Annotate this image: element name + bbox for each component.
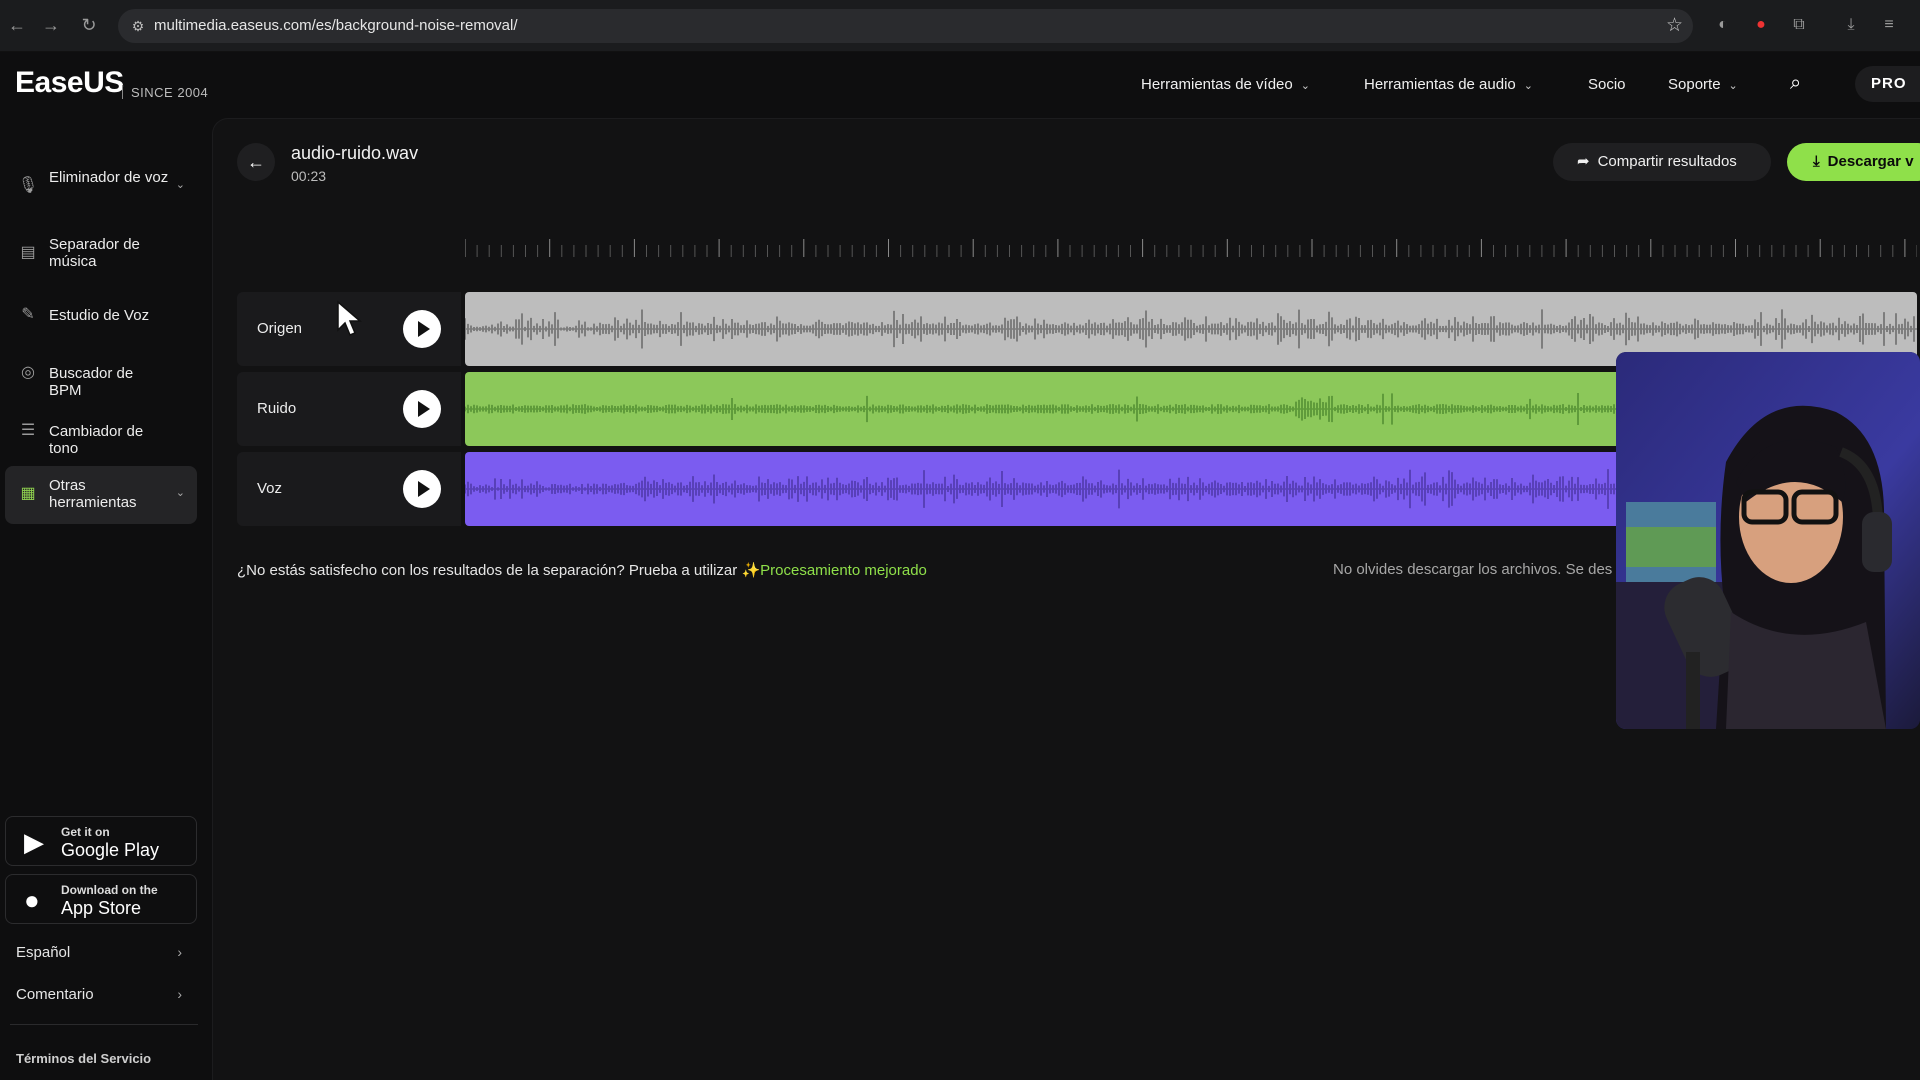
sidebar-item-label: Separador de música [49, 236, 140, 270]
track-name: Origen [257, 320, 303, 337]
download-label: Descargar v [1827, 153, 1914, 170]
search-icon[interactable]: ⌕ [1790, 72, 1801, 95]
pro-button[interactable]: PRO [1855, 66, 1920, 102]
menu-support[interactable]: Soporte ⌄ [1668, 76, 1738, 93]
reload-icon[interactable]: ↻ [78, 14, 100, 36]
puzzle-icon[interactable]: ⧉ [1788, 14, 1810, 36]
menu-label: Soporte [1668, 76, 1721, 93]
browser-toolbar: ← → ↻ ⚙ multimedia.easeus.com/es/backgro… [0, 0, 1920, 52]
sidebar-item-voice-remover[interactable]: 🎙 Eliminador de voz ⌄ [5, 158, 197, 216]
feedback-link[interactable]: Comentario › [16, 986, 182, 1003]
share-icon: ➦ [1577, 153, 1590, 170]
enhanced-processing-link[interactable]: Procesamiento mejorado [760, 562, 927, 579]
presenter-video-icon [1616, 352, 1920, 729]
music-box-icon: ▤ [20, 244, 36, 261]
menu-label: Herramientas de audio [1364, 76, 1516, 93]
forward-arrow-icon[interactable]: → [40, 14, 62, 36]
track-label-cell: Voz [237, 452, 461, 526]
site-header: EaseUS SINCE 2004 Herramientas de vídeo ⌄… [0, 52, 1920, 118]
since-label: SINCE 2004 [122, 85, 208, 100]
sparkle-icon: ✨ [741, 562, 761, 579]
bookmark-star-icon[interactable]: ☆ [1666, 14, 1683, 37]
easeus-logo[interactable]: EaseUS [15, 66, 124, 100]
sidebar: 🎙 Eliminador de voz ⌄ ▤ Separador de mús… [0, 118, 212, 1080]
chevron-right-icon: › [177, 944, 182, 960]
sidebar-item-pitch-changer[interactable]: ☰ Cambiador de tono [5, 403, 197, 461]
play-button[interactable] [403, 310, 441, 348]
share-results-button[interactable]: ➦ Compartir resultados [1553, 143, 1771, 181]
file-duration: 00:23 [291, 168, 327, 184]
sidebar-item-music-separator[interactable]: ▤ Separador de música [5, 225, 197, 283]
google-play-icon: ▶ [24, 827, 44, 857]
extension-icon[interactable]: ◐ [1712, 14, 1734, 36]
chevron-right-icon: › [177, 986, 182, 1002]
menu-video-tools[interactable]: Herramientas de vídeo ⌄ [1141, 76, 1310, 93]
back-arrow-icon[interactable]: ← [6, 14, 28, 36]
play-button[interactable] [403, 470, 441, 508]
magic-wand-icon: ✎ [21, 306, 35, 323]
divider [10, 1024, 198, 1025]
track-name: Voz [257, 480, 283, 497]
app-store-badge[interactable]: ● Download on the App Store [5, 874, 197, 924]
sidebar-item-label: Cambiador de tono [49, 423, 144, 457]
download-button[interactable]: ⤓ Descargar v [1787, 143, 1920, 181]
microphone-icon: 🎙 [17, 177, 39, 194]
download-icon: ⤓ [1813, 153, 1820, 170]
site-settings-icon[interactable]: ⚙ [128, 16, 148, 36]
url-text[interactable]: multimedia.easeus.com/es/background-nois… [154, 17, 518, 34]
hint-text: ¿No estás satisfecho con los resultados … [237, 562, 738, 579]
google-play-badge[interactable]: ▶ Get it on Google Play [5, 816, 197, 866]
timeline-ruler[interactable] [465, 237, 1917, 259]
menu-partner[interactable]: Socio [1588, 76, 1626, 93]
chevron-down-icon: ⌄ [1523, 80, 1533, 92]
track-name: Ruido [257, 400, 297, 417]
webcam-overlay [1616, 352, 1920, 729]
chevron-down-icon: ⌄ [175, 179, 185, 191]
sidebar-item-label: Eliminador de voz [49, 169, 169, 186]
mouse-cursor-icon [337, 300, 362, 336]
chevron-down-icon: ⌄ [1300, 80, 1310, 92]
playlist-icon[interactable]: ≡ [1878, 14, 1900, 36]
bpm-icon: ◎ [21, 364, 35, 381]
file-name: audio-ruido.wav [291, 143, 419, 163]
chevron-down-icon: ⌄ [1728, 80, 1738, 92]
sidebar-item-bpm-finder[interactable]: ◎ Buscador de BPM [5, 345, 197, 403]
store-small-text: Download on the [61, 883, 158, 897]
feedback-label: Comentario [16, 986, 94, 1003]
menu-label: Socio [1588, 76, 1626, 93]
sidebar-item-label: Otras herramientas [49, 477, 137, 511]
play-button[interactable] [403, 390, 441, 428]
enhanced-processing-hint: ¿No estás satisfecho con los resultados … [237, 561, 927, 579]
store-big-text: App Store [61, 898, 142, 918]
sidebar-item-label: Estudio de Voz [49, 307, 150, 324]
terms-link[interactable]: Términos del Servicio [16, 1051, 151, 1066]
language-selector[interactable]: Español › [16, 944, 182, 961]
sidebar-item-voice-studio[interactable]: ✎ Estudio de Voz [5, 287, 197, 345]
track-label-cell: Ruido [237, 372, 461, 446]
extension-badge-icon[interactable]: ● [1750, 14, 1772, 36]
grid-icon: ▦ [20, 485, 36, 502]
menu-label: Herramientas de vídeo [1141, 76, 1293, 93]
store-small-text: Get it on [61, 825, 110, 839]
apple-icon: ● [24, 885, 40, 915]
share-label: Compartir resultados [1597, 153, 1737, 170]
sidebar-item-label: Buscador de BPM [49, 365, 134, 399]
chevron-down-icon: ⌄ [175, 487, 185, 499]
menu-audio-tools[interactable]: Herramientas de audio ⌄ [1364, 76, 1533, 93]
download-reminder: No olvides descargar los archivos. Se de… [1333, 561, 1613, 578]
address-bar[interactable]: ⚙ multimedia.easeus.com/es/background-no… [118, 9, 1693, 43]
language-label: Español [16, 944, 71, 961]
sliders-icon: ☰ [20, 422, 36, 439]
sidebar-item-other-tools[interactable]: ▦ Otras herramientas ⌄ [5, 466, 197, 524]
arrow-left-icon[interactable]: ← [237, 143, 275, 181]
store-big-text: Google Play [61, 840, 160, 860]
download-icon[interactable]: ⤓ [1840, 14, 1862, 36]
